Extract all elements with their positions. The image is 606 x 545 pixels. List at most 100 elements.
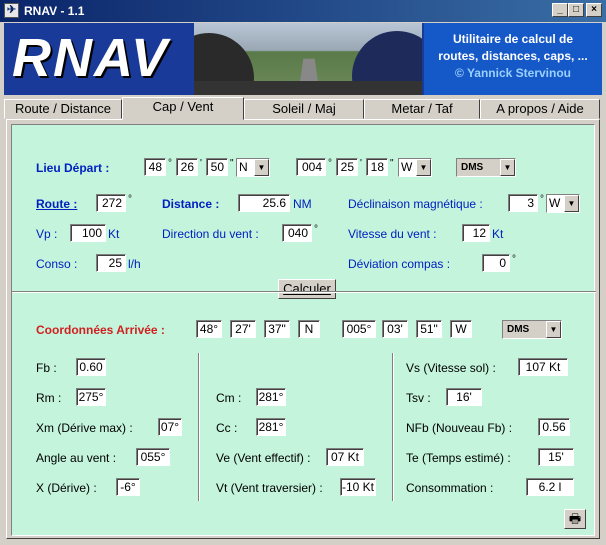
banner-author: © Yannick Stervinou	[455, 66, 571, 80]
arrivee-format-select[interactable]: DMS ▼	[502, 320, 562, 339]
sec-symbol: "	[230, 158, 234, 169]
rm-label: Rm :	[36, 391, 62, 405]
deg-symbol: °	[314, 224, 318, 235]
banner-line-1: Utilitaire de calcul de	[452, 32, 574, 46]
conso-input[interactable]: 25	[96, 254, 126, 272]
ve-value: 07 Kt	[326, 448, 364, 466]
title-bar: ✈ RNAV - 1.1 _ □ ×	[0, 0, 606, 22]
vp-unit: Kt	[108, 227, 120, 241]
distance-label: Distance :	[162, 197, 220, 211]
arrivee-lat-hem: N	[298, 320, 320, 338]
x-value: -6°	[116, 478, 140, 496]
declinaison-label: Déclinaison magnétique :	[348, 197, 483, 211]
depart-lon-min-input[interactable]: 25	[336, 158, 358, 176]
depart-lat-hem-select[interactable]: N ▼	[236, 158, 270, 177]
app-icon[interactable]: ✈	[4, 3, 19, 18]
tab-cap-vent[interactable]: Cap / Vent	[122, 97, 244, 120]
xm-label: Xm (Dérive max) :	[36, 421, 133, 435]
declinaison-input[interactable]: 3	[508, 194, 538, 212]
conso-unit: l/h	[128, 257, 141, 271]
vit-vent-unit: Kt	[492, 227, 504, 241]
cc-value: 281°	[256, 418, 286, 436]
form-area: Lieu Départ : 48 ° 26 ' 50 " N ▼ 004 ° 25…	[11, 124, 596, 536]
fb-label: Fb :	[36, 361, 57, 375]
deg-symbol: °	[328, 158, 332, 169]
arrivee-lat-min: 27'	[230, 320, 256, 338]
column-divider	[392, 353, 394, 501]
deviation-label: Déviation compas :	[348, 257, 451, 271]
declinaison-dir-select[interactable]: W ▼	[546, 194, 580, 213]
vit-vent-input[interactable]: 12	[462, 224, 490, 242]
xm-value: 07°	[158, 418, 182, 436]
minimize-button[interactable]: _	[552, 3, 568, 17]
banner-text: Utilitaire de calcul de routes, distance…	[424, 23, 602, 95]
arrivee-lon-sec: 51"	[416, 320, 442, 338]
deg-symbol: °	[512, 254, 516, 265]
maximize-button[interactable]: □	[568, 3, 584, 17]
vit-vent-label: Vitesse du vent :	[348, 227, 437, 241]
depart-lat-min-input[interactable]: 26	[176, 158, 198, 176]
nfb-label: NFb (Nouveau Fb) :	[406, 421, 513, 435]
rm-value: 275°	[76, 388, 106, 406]
window-title: RNAV - 1.1	[24, 4, 85, 18]
chevron-down-icon: ▼	[254, 159, 269, 176]
tab-metar-taf[interactable]: Metar / Taf	[364, 99, 480, 119]
arrivee-lat-deg: 48°	[196, 320, 222, 338]
header-banner: RNAV Utilitaire de calcul de routes, dis…	[4, 23, 602, 95]
divider	[12, 291, 596, 293]
deg-symbol: °	[540, 194, 544, 205]
vp-label: Vp :	[36, 227, 58, 241]
tab-soleil-maj[interactable]: Soleil / Maj	[244, 99, 364, 119]
consommation-value: 6.2 l	[526, 478, 574, 496]
fb-value: 0.60	[76, 358, 106, 376]
x-label: X (Dérive) :	[36, 481, 97, 495]
banner-line-2: routes, distances, caps, ...	[438, 49, 588, 63]
min-symbol: '	[360, 158, 362, 169]
vt-value: -10 Kt	[340, 478, 376, 496]
chevron-down-icon: ▼	[564, 195, 579, 212]
nfb-value: 0.56	[538, 418, 570, 436]
depart-format-select[interactable]: DMS ▼	[456, 158, 516, 177]
arrivee-lat-sec: 37"	[264, 320, 290, 338]
route-input[interactable]: 272	[96, 194, 126, 212]
cm-value: 281°	[256, 388, 286, 406]
printer-icon[interactable]: 🖶	[564, 509, 586, 529]
arrivee-lon-deg: 005°	[342, 320, 376, 338]
close-button[interactable]: ×	[586, 3, 602, 17]
depart-lon-sec-input[interactable]: 18	[366, 158, 388, 176]
consommation-label: Consommation :	[406, 481, 494, 495]
depart-lat-deg-input[interactable]: 48	[144, 158, 166, 176]
chevron-down-icon: ▼	[546, 321, 561, 338]
calculer-button[interactable]: Calculer	[278, 279, 336, 299]
tab-panel: Lieu Départ : 48 ° 26 ' 50 " N ▼ 004 ° 25…	[6, 119, 600, 539]
dir-vent-input[interactable]: 040	[282, 224, 312, 242]
distance-unit: NM	[293, 197, 312, 211]
route-label: Route :	[36, 197, 78, 211]
rnav-logo: RNAV	[12, 28, 170, 88]
dir-vent-label: Direction du vent :	[162, 227, 259, 241]
min-symbol: '	[200, 158, 202, 169]
cm-label: Cm :	[216, 391, 242, 405]
ve-label: Ve (Vent effectif) :	[216, 451, 311, 465]
tsv-label: Tsv :	[406, 391, 431, 405]
angle-value: 055°	[136, 448, 170, 466]
depart-lon-hem-select[interactable]: W ▼	[398, 158, 432, 177]
tab-route-distance[interactable]: Route / Distance	[4, 99, 122, 119]
deviation-input[interactable]: 0	[482, 254, 510, 272]
distance-input[interactable]: 25.6	[238, 194, 290, 212]
tab-a-propos-aide[interactable]: A propos / Aide	[480, 99, 600, 119]
depart-lat-sec-input[interactable]: 50	[206, 158, 228, 176]
te-label: Te (Temps estimé) :	[406, 451, 511, 465]
vp-input[interactable]: 100	[70, 224, 106, 242]
vs-value: 107 Kt	[518, 358, 568, 376]
deg-symbol: °	[168, 158, 172, 169]
depart-label: Lieu Départ :	[36, 161, 110, 175]
column-divider	[198, 353, 200, 501]
arrivee-label: Coordonnées Arrivée :	[36, 323, 165, 337]
depart-lon-deg-input[interactable]: 004	[296, 158, 326, 176]
angle-label: Angle au vent :	[36, 451, 117, 465]
arrivee-lon-min: 03'	[382, 320, 408, 338]
cc-label: Cc :	[216, 421, 238, 435]
cockpit-photo	[194, 23, 422, 95]
sec-symbol: "	[390, 158, 394, 169]
